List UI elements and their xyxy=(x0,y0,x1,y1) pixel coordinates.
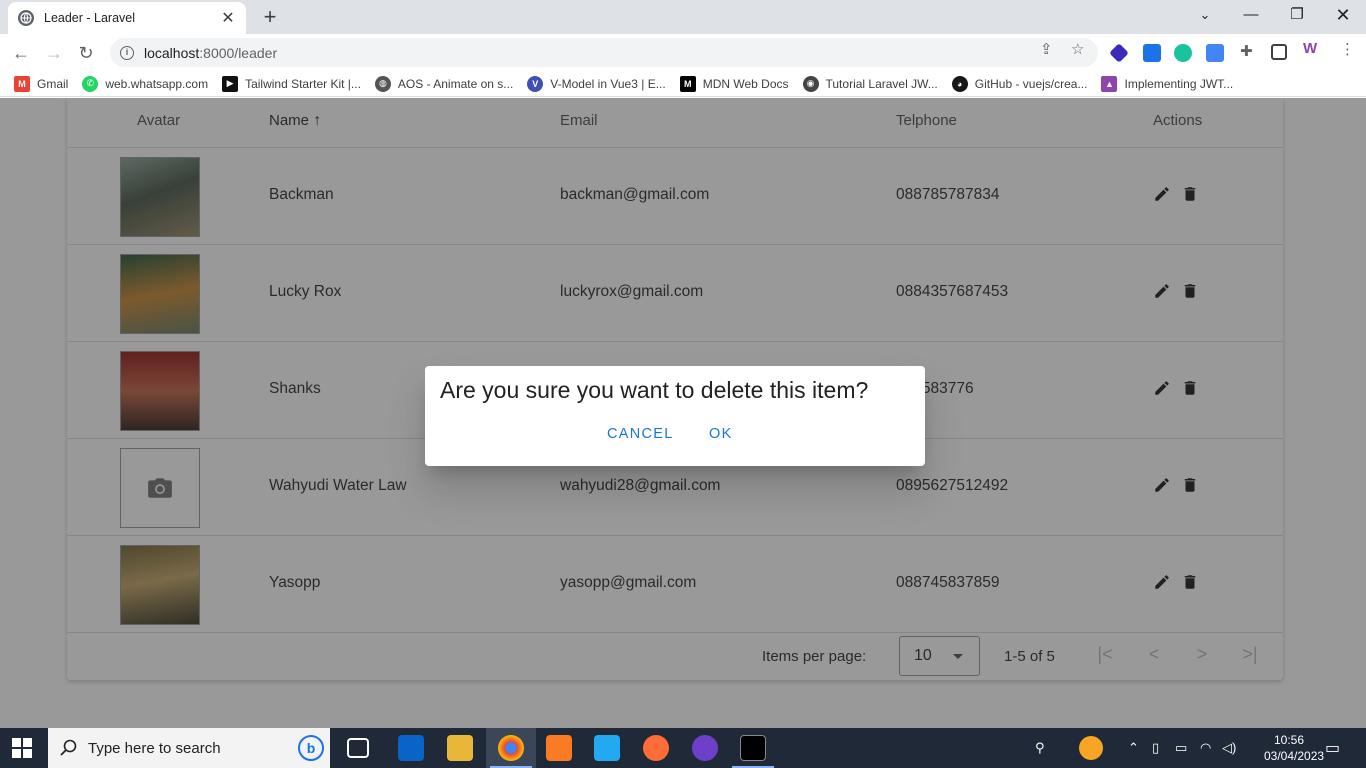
forward-icon[interactable]: → xyxy=(41,40,67,66)
terminal-app-icon[interactable] xyxy=(740,735,766,761)
site-info-icon[interactable]: i xyxy=(120,45,134,60)
windows-start-icon[interactable] xyxy=(12,738,32,758)
people-icon[interactable]: ⚲ xyxy=(1035,740,1045,756)
url-host: localhost xyxy=(144,44,200,61)
tab-title: Leader - Laravel xyxy=(44,11,136,25)
windows-taskbar: Type here to search b ⚲ ⌃ ▯ ▭ ◠ ◁) 10:56… xyxy=(0,728,1366,768)
bookmark-vmodel[interactable]: V V-Model in Vue3 | E... xyxy=(527,75,666,92)
file-explorer-icon[interactable] xyxy=(447,735,473,761)
bookmark-gmail[interactable]: M Gmail xyxy=(14,75,68,92)
browser-tab-strip: Leader - Laravel ✕ + ⌄ — ❐ ✕ xyxy=(0,0,1366,34)
delete-confirm-dialog: Are you sure you want to delete this ite… xyxy=(425,366,925,466)
chrome-app-icon[interactable] xyxy=(498,735,524,761)
tab-search-icon[interactable]: ⌄ xyxy=(1182,0,1228,30)
mdn-icon: M xyxy=(679,75,696,92)
bookmark-tutorial[interactable]: ◉ Tutorial Laravel JW... xyxy=(802,75,938,92)
bookmark-mdn[interactable]: M MDN Web Docs xyxy=(679,75,789,92)
xampp-app-icon[interactable] xyxy=(546,735,572,761)
translate-icon[interactable] xyxy=(1206,44,1224,62)
github-desktop-icon[interactable] xyxy=(692,735,718,761)
notifications-icon[interactable]: ▭ xyxy=(1325,738,1340,758)
share-icon[interactable]: ⇪ xyxy=(1040,40,1053,58)
bing-icon[interactable]: b xyxy=(298,735,324,761)
volume-icon[interactable]: ◁) xyxy=(1222,740,1236,756)
postman-app-icon[interactable] xyxy=(643,735,669,761)
bookmark-star-icon[interactable]: ☆ xyxy=(1071,40,1084,58)
dialog-title: Are you sure you want to delete this ite… xyxy=(440,377,869,403)
close-tab-icon[interactable]: ✕ xyxy=(220,8,236,28)
address-bar[interactable]: i localhost:8000/leader xyxy=(110,38,1098,67)
show-hidden-icons[interactable]: ⌃ xyxy=(1128,740,1139,756)
whatsapp-icon: ✆ xyxy=(82,75,99,92)
jwt-icon: ▲ xyxy=(1101,75,1118,92)
task-view-icon[interactable] xyxy=(347,738,369,758)
back-icon[interactable]: ← xyxy=(8,40,34,66)
search-icon xyxy=(60,739,77,756)
extension-diamond-icon[interactable] xyxy=(1109,43,1129,63)
reload-icon[interactable]: ↻ xyxy=(73,40,99,66)
device-icon[interactable]: ▯ xyxy=(1152,740,1159,756)
vscode-app-icon[interactable] xyxy=(594,735,620,761)
browser-tab-active[interactable]: Leader - Laravel ✕ xyxy=(8,2,246,34)
taskbar-clock[interactable]: 10:56 03/04/2023 xyxy=(1264,732,1324,764)
url-path: :8000/leader xyxy=(199,44,278,61)
side-panel-icon[interactable] xyxy=(1271,44,1287,60)
globe-icon: ◍ xyxy=(374,75,391,92)
bookmarks-bar: M Gmail ✆ web.whatsapp.com ▶ Tailwind Start… xyxy=(0,71,1366,97)
weather-icon[interactable] xyxy=(1079,736,1103,760)
cancel-button[interactable]: Cancel xyxy=(607,426,674,442)
taskbar-search-box[interactable]: Type here to search b xyxy=(48,728,330,768)
wifi-icon[interactable]: ◠ xyxy=(1200,740,1211,756)
vue-icon: V xyxy=(527,75,544,92)
gmail-icon: M xyxy=(14,75,30,92)
new-tab-icon[interactable]: + xyxy=(258,5,282,29)
restore-icon[interactable]: ❐ xyxy=(1274,0,1320,30)
bookmark-aos[interactable]: ◍ AOS - Animate on s... xyxy=(374,75,513,92)
github-icon: ◕ xyxy=(951,75,968,92)
bookmark-whatsapp[interactable]: ✆ web.whatsapp.com xyxy=(82,75,208,92)
battery-icon[interactable]: ▭ xyxy=(1175,740,1187,756)
browser-toolbar: ← → ↻ i localhost:8000/leader ⇪ ☆ ✚ W ⋮ xyxy=(0,34,1366,71)
globe-icon xyxy=(18,10,34,26)
profile-icon[interactable]: W xyxy=(1303,40,1317,57)
extension-blue-icon[interactable] xyxy=(1143,44,1161,62)
extension-green-icon[interactable] xyxy=(1174,44,1192,62)
minimize-icon[interactable]: — xyxy=(1228,0,1274,30)
tailwind-icon: ▶ xyxy=(222,75,239,92)
bookmark-github[interactable]: ◕ GitHub - vuejs/crea... xyxy=(951,75,1087,92)
close-window-icon[interactable]: ✕ xyxy=(1320,0,1366,30)
mail-app-icon[interactable] xyxy=(398,735,424,761)
bookmark-tailwind[interactable]: ▶ Tailwind Starter Kit |... xyxy=(222,75,361,92)
extensions-puzzle-icon[interactable]: ✚ xyxy=(1240,42,1253,60)
bookmark-jwt[interactable]: ▲ Implementing JWT... xyxy=(1101,75,1233,92)
menu-dots-icon[interactable]: ⋮ xyxy=(1340,40,1355,58)
tutorial-icon: ◉ xyxy=(802,75,819,92)
ok-button[interactable]: OK xyxy=(709,426,733,442)
